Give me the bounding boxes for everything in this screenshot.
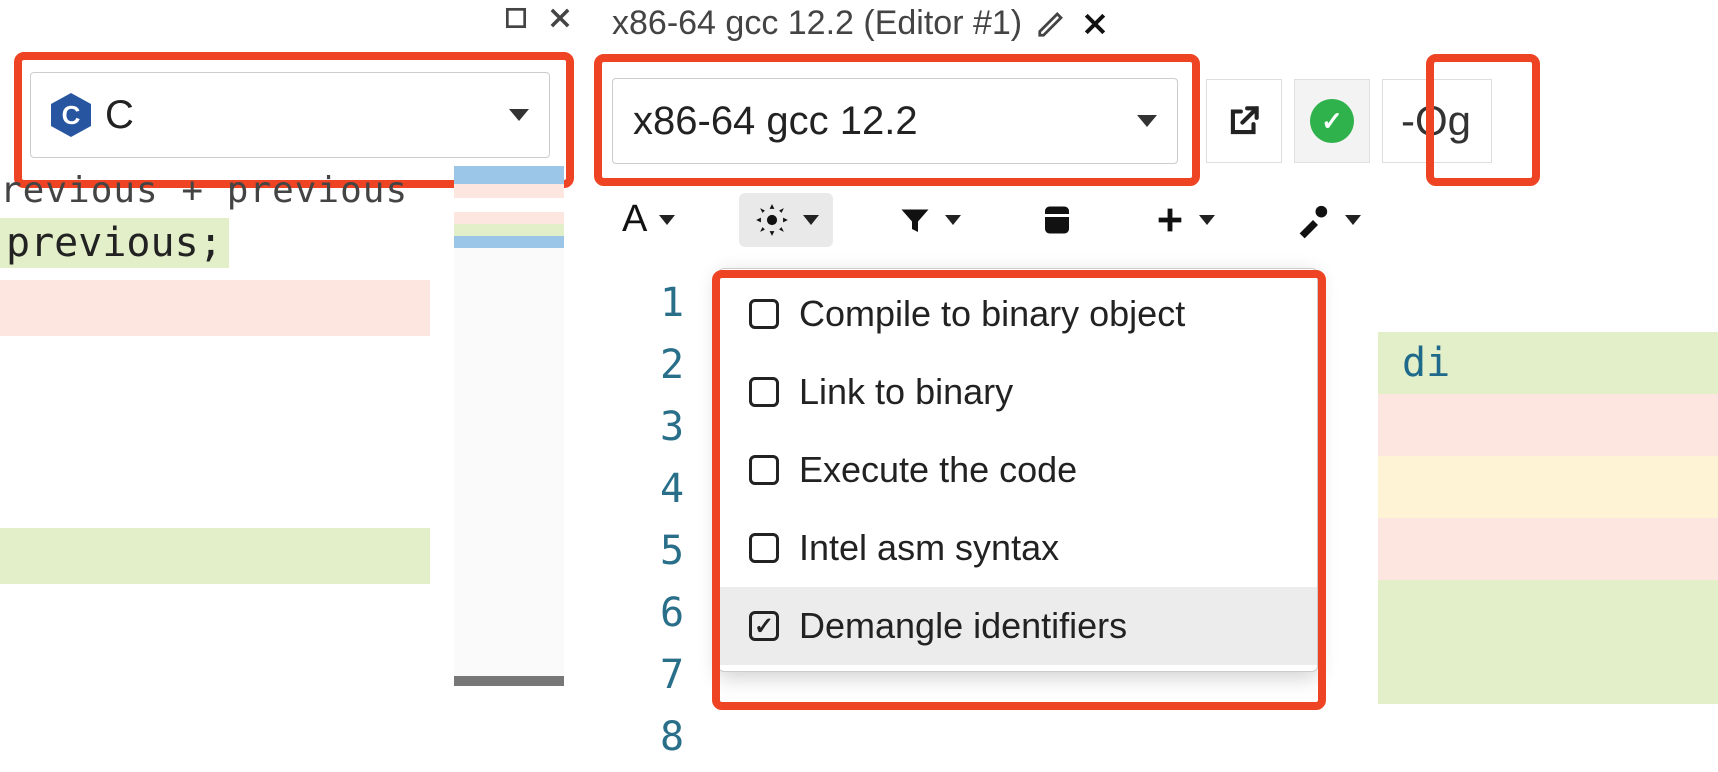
- chevron-down-icon: [1137, 115, 1157, 127]
- close-icon[interactable]: [1080, 9, 1110, 39]
- tab-title: x86-64 gcc 12.2 (Editor #1): [612, 4, 1022, 43]
- compiler-select-value: x86-64 gcc 12.2: [633, 99, 918, 144]
- asm-line-highlight: [1378, 518, 1718, 580]
- c-language-icon: C: [51, 93, 91, 137]
- popout-button[interactable]: [1206, 79, 1282, 163]
- check-circle-icon: ✓: [1310, 99, 1354, 143]
- checkbox[interactable]: [749, 299, 779, 329]
- settings-item-demangle[interactable]: Demangle identifiers: [719, 587, 1317, 665]
- line-number: 6: [660, 582, 684, 644]
- libraries-button[interactable]: [1025, 194, 1089, 246]
- code-line: previous;: [0, 218, 229, 268]
- filter-icon: [897, 202, 933, 238]
- gear-icon: [753, 201, 791, 239]
- line-number: 1: [660, 272, 684, 334]
- status-ok-button[interactable]: ✓: [1294, 79, 1370, 163]
- line-number: 2: [660, 334, 684, 396]
- checkbox[interactable]: [749, 533, 779, 563]
- settings-menu-button[interactable]: [739, 193, 833, 247]
- asm-line-highlight: di: [1378, 332, 1718, 394]
- line-number: 8: [660, 706, 684, 768]
- settings-item-label: Link to binary: [799, 371, 1013, 413]
- popout-icon: [1225, 102, 1263, 140]
- checkbox[interactable]: [749, 455, 779, 485]
- chevron-down-icon: [945, 215, 961, 225]
- asm-fragment: di: [1402, 340, 1450, 386]
- diff-removed-stripe: [0, 280, 430, 336]
- font-menu[interactable]: A: [608, 190, 689, 249]
- minimap[interactable]: [454, 166, 564, 686]
- language-select[interactable]: C C: [30, 72, 550, 158]
- compiler-tab[interactable]: x86-64 gcc 12.2 (Editor #1): [612, 4, 1110, 43]
- settings-item-compile-binary[interactable]: Compile to binary object: [719, 275, 1317, 353]
- asm-line-highlight: [1378, 394, 1718, 456]
- line-number: 5: [660, 520, 684, 582]
- settings-item-label: Intel asm syntax: [799, 527, 1059, 569]
- screwdriver-icon: [1293, 200, 1333, 240]
- asm-line-highlight: [1378, 580, 1718, 642]
- settings-item-intel-syntax[interactable]: Intel asm syntax: [719, 509, 1317, 587]
- filter-menu[interactable]: [883, 194, 975, 246]
- tools-menu[interactable]: [1279, 192, 1375, 248]
- asm-line-highlight: [1378, 642, 1718, 704]
- language-select-value: C: [105, 93, 134, 138]
- compiler-select[interactable]: x86-64 gcc 12.2: [612, 78, 1178, 164]
- line-number-gutter: 1 2 3 4 5 6 7 8: [660, 272, 684, 768]
- line-number: 3: [660, 396, 684, 458]
- line-number: 4: [660, 458, 684, 520]
- compiler-flags-input[interactable]: -Og: [1382, 79, 1492, 163]
- close-icon[interactable]: [546, 4, 574, 32]
- settings-dropdown: Compile to binary object Link to binary …: [718, 268, 1318, 672]
- chevron-down-icon: [1345, 215, 1361, 225]
- maximize-icon[interactable]: [502, 4, 530, 32]
- output-toolbar: A: [608, 190, 1375, 249]
- chevron-down-icon: [1199, 215, 1215, 225]
- pane-window-controls: [502, 4, 574, 32]
- compiler-pane: x86-64 gcc 12.2 (Editor #1) x86-64 gcc 1…: [582, 0, 1718, 772]
- settings-item-label: Demangle identifiers: [799, 605, 1127, 647]
- diff-added-stripe: [0, 528, 430, 584]
- chevron-down-icon: [659, 215, 675, 225]
- compiler-flags-value: -Og: [1401, 97, 1471, 145]
- settings-item-label: Compile to binary object: [799, 293, 1185, 335]
- pencil-icon[interactable]: [1036, 9, 1066, 39]
- plus-icon: [1153, 203, 1187, 237]
- editor-pane: C C revious + previous previous;: [0, 0, 582, 772]
- checkbox[interactable]: [749, 377, 779, 407]
- settings-item-execute[interactable]: Execute the code: [719, 431, 1317, 509]
- chevron-down-icon: [803, 215, 819, 225]
- line-number: 7: [660, 644, 684, 706]
- chevron-down-icon: [509, 109, 529, 121]
- checkbox[interactable]: [749, 611, 779, 641]
- settings-item-label: Execute the code: [799, 449, 1077, 491]
- book-icon: [1039, 202, 1075, 238]
- asm-line-highlight: [1378, 456, 1718, 518]
- settings-item-link-binary[interactable]: Link to binary: [719, 353, 1317, 431]
- add-menu[interactable]: [1139, 195, 1229, 245]
- code-fragment: revious + previous: [0, 170, 408, 211]
